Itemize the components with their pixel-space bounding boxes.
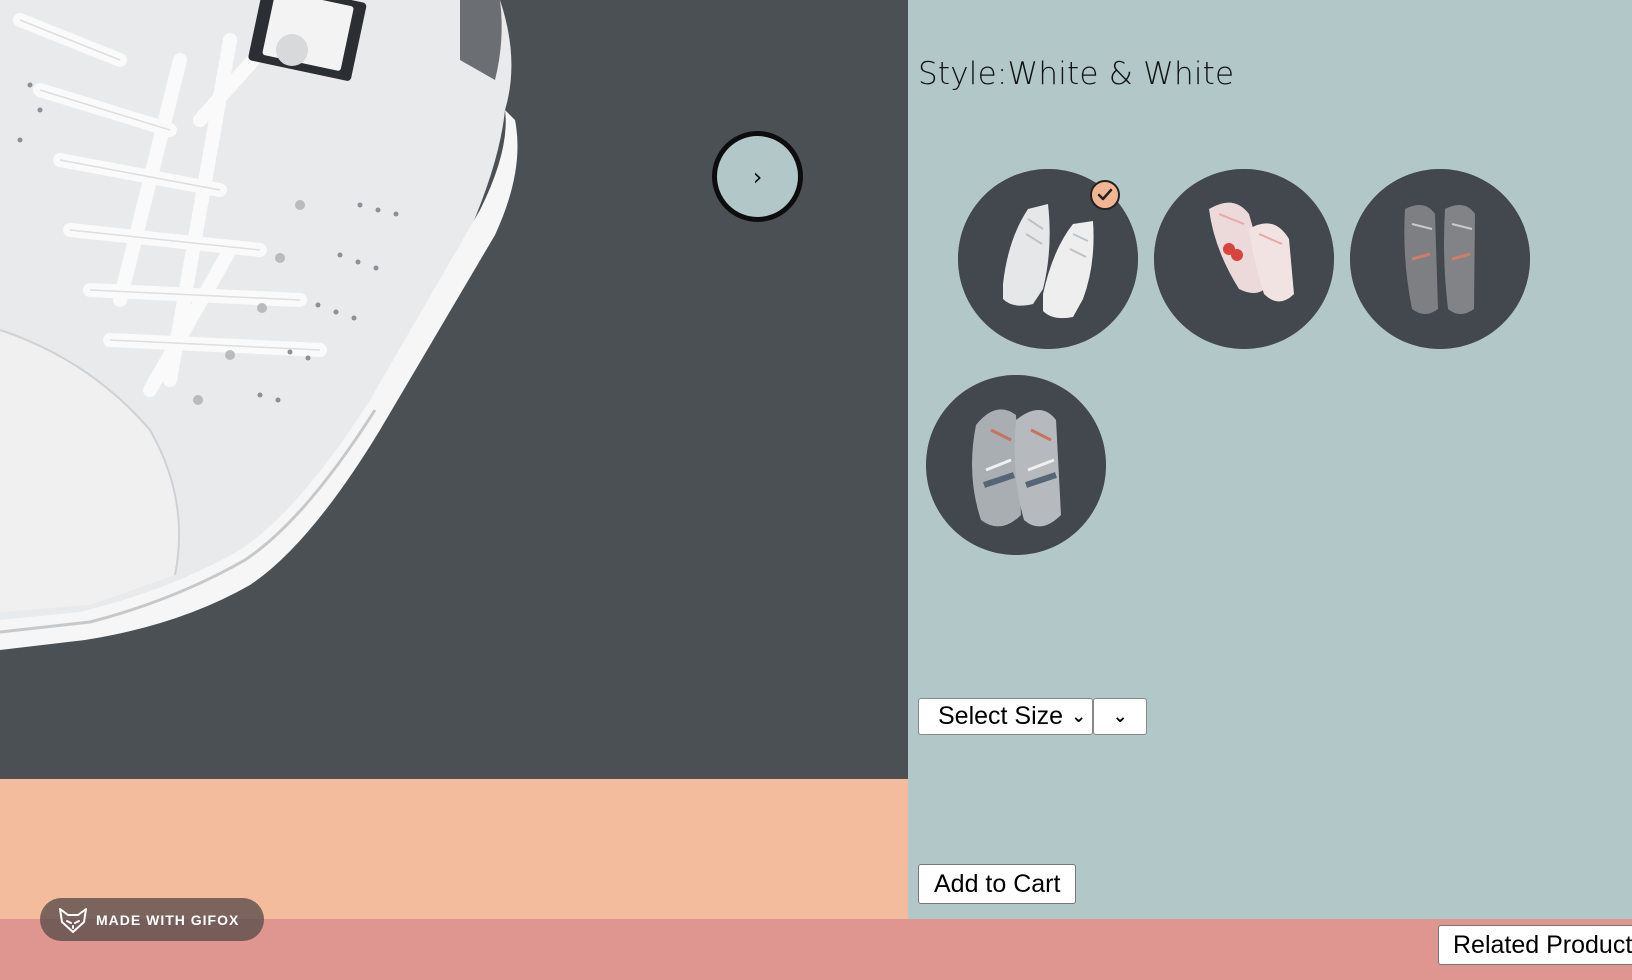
chevron-down-icon: ⌄	[1112, 706, 1128, 727]
style-title: Style:White & White	[918, 56, 1235, 92]
white-heart-sneakers-image	[1154, 169, 1334, 349]
sneaker-photo	[0, 0, 908, 779]
product-options-panel: Style:White & White Select Size ⌄ ⌄ Add …	[908, 0, 1632, 919]
add-to-cart-button[interactable]: Add to Cart	[918, 864, 1077, 904]
chevron-down-icon: ⌄	[1071, 706, 1087, 727]
product-hero-image: ›	[0, 0, 908, 779]
selected-check-icon	[1090, 180, 1120, 210]
style-swatch-grey[interactable]	[1350, 169, 1530, 349]
size-select-group: Select Size ⌄ ⌄	[918, 698, 1148, 735]
size-select[interactable]: Select Size ⌄	[918, 698, 1094, 735]
gifox-watermark: MADE WITH GIFOX	[40, 898, 264, 941]
grey-sneakers-image	[1350, 169, 1530, 349]
style-swatch-white-heart[interactable]	[1154, 169, 1334, 349]
grey-white-sneakers-image	[926, 375, 1106, 555]
related-products-button[interactable]: Related Products	[1438, 925, 1632, 965]
next-image-button[interactable]: ›	[712, 131, 803, 222]
watermark-text: MADE WITH GIFOX	[96, 911, 240, 928]
size-select-value: Select Size	[938, 702, 1064, 730]
fox-icon	[59, 907, 87, 933]
style-swatch-grey-white[interactable]	[926, 375, 1106, 555]
quantity-select[interactable]: ⌄	[1093, 698, 1148, 735]
